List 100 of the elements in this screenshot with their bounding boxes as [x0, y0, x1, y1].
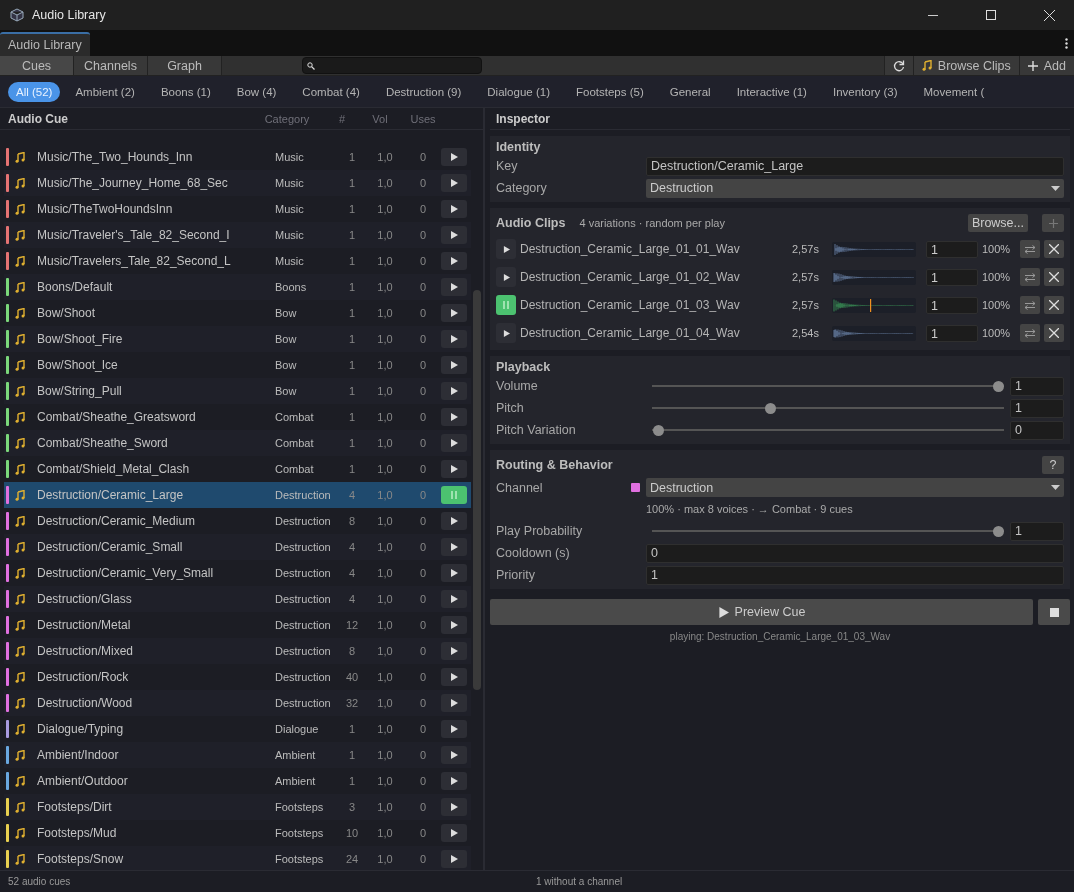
play-button[interactable] [441, 512, 467, 530]
shuffle-button[interactable] [1020, 296, 1040, 314]
play-button[interactable] [496, 323, 516, 343]
search-field[interactable] [302, 57, 482, 74]
play-button[interactable] [441, 590, 467, 608]
cue-row[interactable]: Destruction/Ceramic_Medium Destruction 8 1,0 0 [4, 508, 471, 534]
value-field[interactable]: 1 [1010, 376, 1064, 396]
play-button[interactable] [441, 538, 467, 556]
cue-row[interactable]: Boons/Default Boons 1 1,0 0 [4, 274, 471, 300]
play-button[interactable] [441, 772, 467, 790]
slider-thumb[interactable] [765, 402, 777, 414]
play-button[interactable] [441, 460, 467, 478]
view-tab[interactable]: Graph [148, 56, 222, 75]
shuffle-button[interactable] [1020, 324, 1040, 342]
play-button[interactable] [441, 174, 467, 192]
remove-button[interactable] [1044, 240, 1064, 258]
cue-row[interactable]: Destruction/Ceramic_Very_Small Destruction 4 1,0 0 [4, 560, 471, 586]
cue-row[interactable]: Ambient/Outdoor Ambient 1 1,0 0 [4, 768, 471, 794]
filter-chip[interactable]: Movement ( [912, 81, 996, 102]
cooldown-field[interactable]: 0 [646, 543, 1064, 563]
play-button[interactable] [441, 694, 467, 712]
weight-field[interactable]: 1 [926, 296, 978, 314]
add-button[interactable]: Add [1018, 56, 1074, 75]
play-button[interactable] [441, 850, 467, 868]
play-button[interactable] [441, 304, 467, 322]
play-button[interactable] [441, 200, 467, 218]
value-field[interactable]: 1 [1010, 521, 1064, 541]
play-button[interactable] [441, 642, 467, 660]
weight-field[interactable]: 1 [926, 268, 978, 286]
play-button[interactable] [441, 616, 467, 634]
filter-chip[interactable]: General [658, 81, 722, 102]
cue-row[interactable]: Destruction/Rock Destruction 40 1,0 0 [4, 664, 471, 690]
cue-row[interactable]: Music/Travelers_Tale_82_Second_L Music 1 1,0 0 [4, 248, 471, 274]
filter-chip[interactable]: Destruction (9) [374, 81, 473, 102]
filter-chip[interactable]: Dialogue (1) [476, 81, 561, 102]
shuffle-button[interactable] [1020, 268, 1040, 286]
weight-field[interactable]: 1 [926, 324, 978, 342]
cue-row[interactable]: Music/Traveler's_Tale_82_Second_I Music 1 1,0 0 [4, 222, 471, 248]
remove-button[interactable] [1044, 324, 1064, 342]
play-button[interactable] [441, 798, 467, 816]
cue-row[interactable]: Combat/Sheathe_Greatsword Combat 1 1,0 0 [4, 404, 471, 430]
filter-chip[interactable]: Inventory (3) [821, 81, 909, 102]
play-button[interactable] [441, 382, 467, 400]
cue-row[interactable]: Destruction/Metal Destruction 12 1,0 0 [4, 612, 471, 638]
cue-row[interactable]: Bow/Shoot_Ice Bow 1 1,0 0 [4, 352, 471, 378]
play-button[interactable] [441, 746, 467, 764]
filter-chip[interactable]: Footsteps (5) [564, 81, 655, 102]
cue-row[interactable]: Music/The_Two_Hounds_Inn Music 1 1,0 0 [4, 144, 471, 170]
play-button[interactable] [496, 239, 516, 259]
value-field[interactable]: 0 [1010, 420, 1064, 440]
stop-button[interactable] [1038, 599, 1070, 625]
help-button[interactable]: ? [1042, 456, 1064, 474]
play-button[interactable] [441, 720, 467, 738]
remove-button[interactable] [1044, 268, 1064, 286]
slider-thumb[interactable] [993, 525, 1004, 537]
cue-row[interactable]: Music/TheTwoHoundsInn Music 1 1,0 0 [4, 196, 471, 222]
shuffle-button[interactable] [1020, 240, 1040, 258]
remove-button[interactable] [1044, 296, 1064, 314]
cue-row[interactable]: Destruction/Glass Destruction 4 1,0 0 [4, 586, 471, 612]
priority-field[interactable]: 1 [646, 565, 1064, 585]
browse-clips-button[interactable]: Browse Clips [912, 56, 1019, 75]
cue-row[interactable]: Destruction/Ceramic_Small Destruction 4 1,0 0 [4, 534, 471, 560]
preview-cue-button[interactable]: Preview Cue [490, 599, 1033, 625]
cue-row[interactable]: Bow/Shoot_Fire Bow 1 1,0 0 [4, 326, 471, 352]
view-tab[interactable]: Cues [0, 56, 74, 75]
dock-tab[interactable]: Audio Library [0, 32, 90, 56]
refresh-button[interactable] [883, 56, 913, 75]
cue-row[interactable]: Destruction/Mixed Destruction 8 1,0 0 [4, 638, 471, 664]
play-button[interactable] [441, 148, 467, 166]
key-field[interactable]: Destruction/Ceramic_Large [646, 156, 1064, 176]
add-clip-button[interactable] [1042, 214, 1064, 232]
filter-chip[interactable]: Boons (1) [149, 81, 222, 102]
cue-row[interactable]: Footsteps/Dirt Footsteps 3 1,0 0 [4, 794, 471, 820]
cue-row[interactable]: Bow/String_Pull Bow 1 1,0 0 [4, 378, 471, 404]
filter-chip[interactable]: Ambient (2) [64, 81, 146, 102]
play-button[interactable] [441, 278, 467, 296]
weight-field[interactable]: 1 [926, 240, 978, 258]
play-button[interactable] [441, 668, 467, 686]
cue-row[interactable]: Dialogue/Typing Dialogue 1 1,0 0 [4, 716, 471, 742]
play-button[interactable] [441, 356, 467, 374]
play-button[interactable] [441, 252, 467, 270]
cue-row[interactable]: Combat/Shield_Metal_Clash Combat 1 1,0 0 [4, 456, 471, 482]
play-button[interactable] [441, 330, 467, 348]
play-button[interactable] [441, 824, 467, 842]
cue-row[interactable]: Music/The_Journey_Home_68_Sec Music 1 1,0 0 [4, 170, 471, 196]
play-button[interactable] [441, 434, 467, 452]
view-tab[interactable]: Channels [74, 56, 148, 75]
play-button[interactable] [441, 564, 467, 582]
cue-row[interactable]: Bow/Shoot Bow 1 1,0 0 [4, 300, 471, 326]
value-field[interactable]: 1 [1010, 398, 1064, 418]
slider-thumb[interactable] [993, 380, 1004, 392]
cue-row[interactable]: Footsteps/Mud Footsteps 10 1,0 0 [4, 820, 471, 846]
browse-button[interactable]: Browse... [967, 214, 1028, 232]
cue-row[interactable]: Destruction/Wood Destruction 32 1,0 0 [4, 690, 471, 716]
cue-row[interactable]: Footsteps/Snow Footsteps 24 1,0 0 [4, 846, 471, 870]
play-button[interactable] [441, 226, 467, 244]
slider-thumb[interactable] [653, 424, 664, 436]
cue-row[interactable]: Ambient/Indoor Ambient 1 1,0 0 [4, 742, 471, 768]
channel-dropdown[interactable]: Destruction [646, 478, 1064, 497]
filter-chip[interactable]: Interactive (1) [725, 81, 818, 102]
